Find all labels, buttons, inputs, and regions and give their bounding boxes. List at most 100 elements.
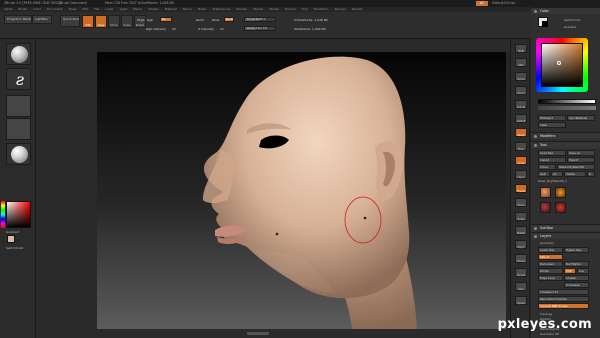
- clear-button[interactable]: Clear: [538, 122, 566, 128]
- rgb-toggle[interactable]: Rgb: [147, 18, 153, 22]
- divide-button[interactable]: Divide: [538, 268, 563, 274]
- reconstruct-subdiv-button[interactable]: Reconstruct Subdiv: [538, 296, 589, 302]
- crease-button[interactable]: Crease: [564, 275, 589, 281]
- menu-stroke[interactable]: Stroke: [269, 7, 279, 11]
- convert-bpr-button[interactable]: Convert BPR To Geo: [538, 303, 589, 309]
- lower-res-button[interactable]: Lower Res: [538, 247, 563, 253]
- menu-picker[interactable]: Picker: [198, 7, 207, 11]
- shelf-move-button[interactable]: Move: [515, 198, 527, 207]
- grayscale-bar[interactable]: [538, 99, 596, 104]
- creaselvl-slider[interactable]: CreaseLvl 15: [538, 289, 589, 295]
- r-button[interactable]: R: [587, 171, 595, 177]
- shelf-spix-button[interactable]: SPix: [515, 58, 527, 67]
- shelf-floor-button[interactable]: Floor: [515, 142, 527, 151]
- shelf-persp-button[interactable]: Persp: [515, 128, 527, 137]
- ac-button[interactable]: AC: [476, 1, 488, 6]
- import-button[interactable]: Import: [538, 157, 566, 163]
- menu-marker[interactable]: Marker: [148, 7, 158, 11]
- clone-button[interactable]: Clone: [538, 164, 556, 170]
- gradient-label[interactable]: Gradient: [6, 230, 19, 234]
- switch-color-button[interactable]: SwitchColor: [564, 18, 581, 22]
- mrgb-toggle[interactable]: Mrgb: [137, 18, 145, 22]
- shelf-xpose-button[interactable]: Xpose: [515, 296, 527, 305]
- all-button[interactable]: All: [551, 171, 563, 177]
- zcut-toggle[interactable]: Zcut: [224, 17, 234, 22]
- shelf-ghost-button[interactable]: Ghost: [515, 268, 527, 277]
- menu-material[interactable]: Material: [165, 7, 177, 11]
- menu-render[interactable]: Render: [236, 7, 247, 11]
- shelf-polyf-button[interactable]: PolyF: [515, 240, 527, 249]
- mini-hue-strip[interactable]: [1, 201, 5, 228]
- tool-thumb-sphere[interactable]: [555, 202, 566, 213]
- picker-cursor[interactable]: [557, 61, 561, 65]
- menu-zscript[interactable]: Zscript: [352, 7, 362, 11]
- color-palette-header[interactable]: Color: [531, 7, 600, 14]
- goz-button[interactable]: GoZ: [538, 171, 550, 177]
- sync-material-button[interactable]: SyncMaterial: [567, 115, 595, 121]
- menu-stencil[interactable]: Stencil: [253, 7, 263, 11]
- del-higher-button[interactable]: Del Higher: [564, 261, 589, 267]
- geometry-hd-header[interactable]: Geometry HD: [540, 332, 559, 336]
- uncrease-button[interactable]: UnCrease: [564, 282, 589, 288]
- tool-thumb-head[interactable]: [540, 187, 551, 198]
- tool-thumb-polymesh[interactable]: [540, 202, 551, 213]
- geometry-header[interactable]: Geometry: [540, 241, 554, 245]
- shelf-bpr-button[interactable]: BPR: [515, 44, 527, 53]
- switch-color-label[interactable]: SwitchColor: [6, 246, 24, 250]
- menu-brush[interactable]: Brush: [19, 7, 28, 11]
- move-button[interactable]: Move: [108, 15, 120, 28]
- export-button[interactable]: Export: [567, 157, 595, 163]
- tool-thumb-simplebrush[interactable]: [555, 187, 566, 198]
- suv-toggle[interactable]: Suv: [577, 268, 589, 274]
- draw-button[interactable]: Draw: [95, 15, 107, 28]
- fill-object-button[interactable]: FillObject: [538, 115, 566, 121]
- menu-light[interactable]: Light: [120, 7, 128, 11]
- menu-document[interactable]: Document: [47, 7, 63, 11]
- alpha-selector[interactable]: [6, 95, 31, 117]
- menu-edit[interactable]: Edit: [82, 7, 88, 11]
- shelf-rotate-button[interactable]: Rotate: [515, 226, 527, 235]
- save-as-button[interactable]: Save As: [567, 150, 595, 156]
- tool-palette-header[interactable]: Tool: [531, 141, 600, 148]
- draw-size-slider[interactable]: Draw Size 64: [244, 26, 276, 31]
- menu-texture[interactable]: Texture: [285, 7, 296, 11]
- rgb-intensity-value[interactable]: 25: [172, 27, 176, 31]
- menu-alpha[interactable]: Alpha: [4, 7, 13, 11]
- shelf-scroll-button[interactable]: Scroll: [515, 72, 527, 81]
- menu-file[interactable]: File: [94, 7, 99, 11]
- del-lower-button[interactable]: Del Lower: [538, 261, 563, 267]
- visible-button[interactable]: Visible: [564, 171, 586, 177]
- topology-header[interactable]: Topology: [540, 312, 552, 316]
- shelf-solo-button[interactable]: Solo: [515, 282, 527, 291]
- shelf-local-button[interactable]: Local: [515, 156, 527, 165]
- gradient-button[interactable]: Gradient: [564, 25, 576, 29]
- quick-sketch-button[interactable]: Quick Sketch: [60, 15, 80, 27]
- menu-macro[interactable]: Macro: [133, 7, 142, 11]
- default-script-button[interactable]: DefaultZScript: [492, 0, 515, 7]
- menu-layer[interactable]: Layer: [105, 7, 113, 11]
- mini-color-picker[interactable]: [6, 201, 31, 228]
- zadd-toggle[interactable]: Zadd: [196, 18, 204, 22]
- scale-button[interactable]: Scale: [121, 15, 133, 28]
- stroke-selector[interactable]: ƨ: [6, 68, 31, 90]
- shelf-lsym-button[interactable]: LSym: [515, 170, 527, 179]
- document-canvas[interactable]: [97, 52, 506, 329]
- main-color-swatch[interactable]: [7, 235, 15, 243]
- alt-color-bar[interactable]: [538, 106, 596, 110]
- horizontal-scroll-handle[interactable]: [247, 332, 269, 335]
- layers-header[interactable]: Layers: [531, 232, 600, 239]
- brush-selector[interactable]: [6, 43, 31, 65]
- edge-loop-button[interactable]: Edge Loop: [538, 275, 563, 281]
- focal-shift-slider[interactable]: Focal Shift 0: [244, 17, 276, 22]
- shelf-transp-button[interactable]: Transp: [515, 254, 527, 263]
- menu-tool[interactable]: Tool: [302, 7, 308, 11]
- texture-selector[interactable]: [6, 118, 31, 140]
- shelf-scale-button[interactable]: Scale: [515, 212, 527, 221]
- shelf-zoom-button[interactable]: Zoom: [515, 86, 527, 95]
- make-polymesh-button[interactable]: Make PolyMesh3D: [557, 164, 595, 170]
- material-selector[interactable]: [6, 143, 31, 165]
- smt-toggle[interactable]: Smt: [564, 268, 576, 274]
- menu-draw[interactable]: Draw: [69, 7, 77, 11]
- subtool-header[interactable]: SubTool: [531, 224, 600, 231]
- m-toggle[interactable]: M: [160, 17, 172, 22]
